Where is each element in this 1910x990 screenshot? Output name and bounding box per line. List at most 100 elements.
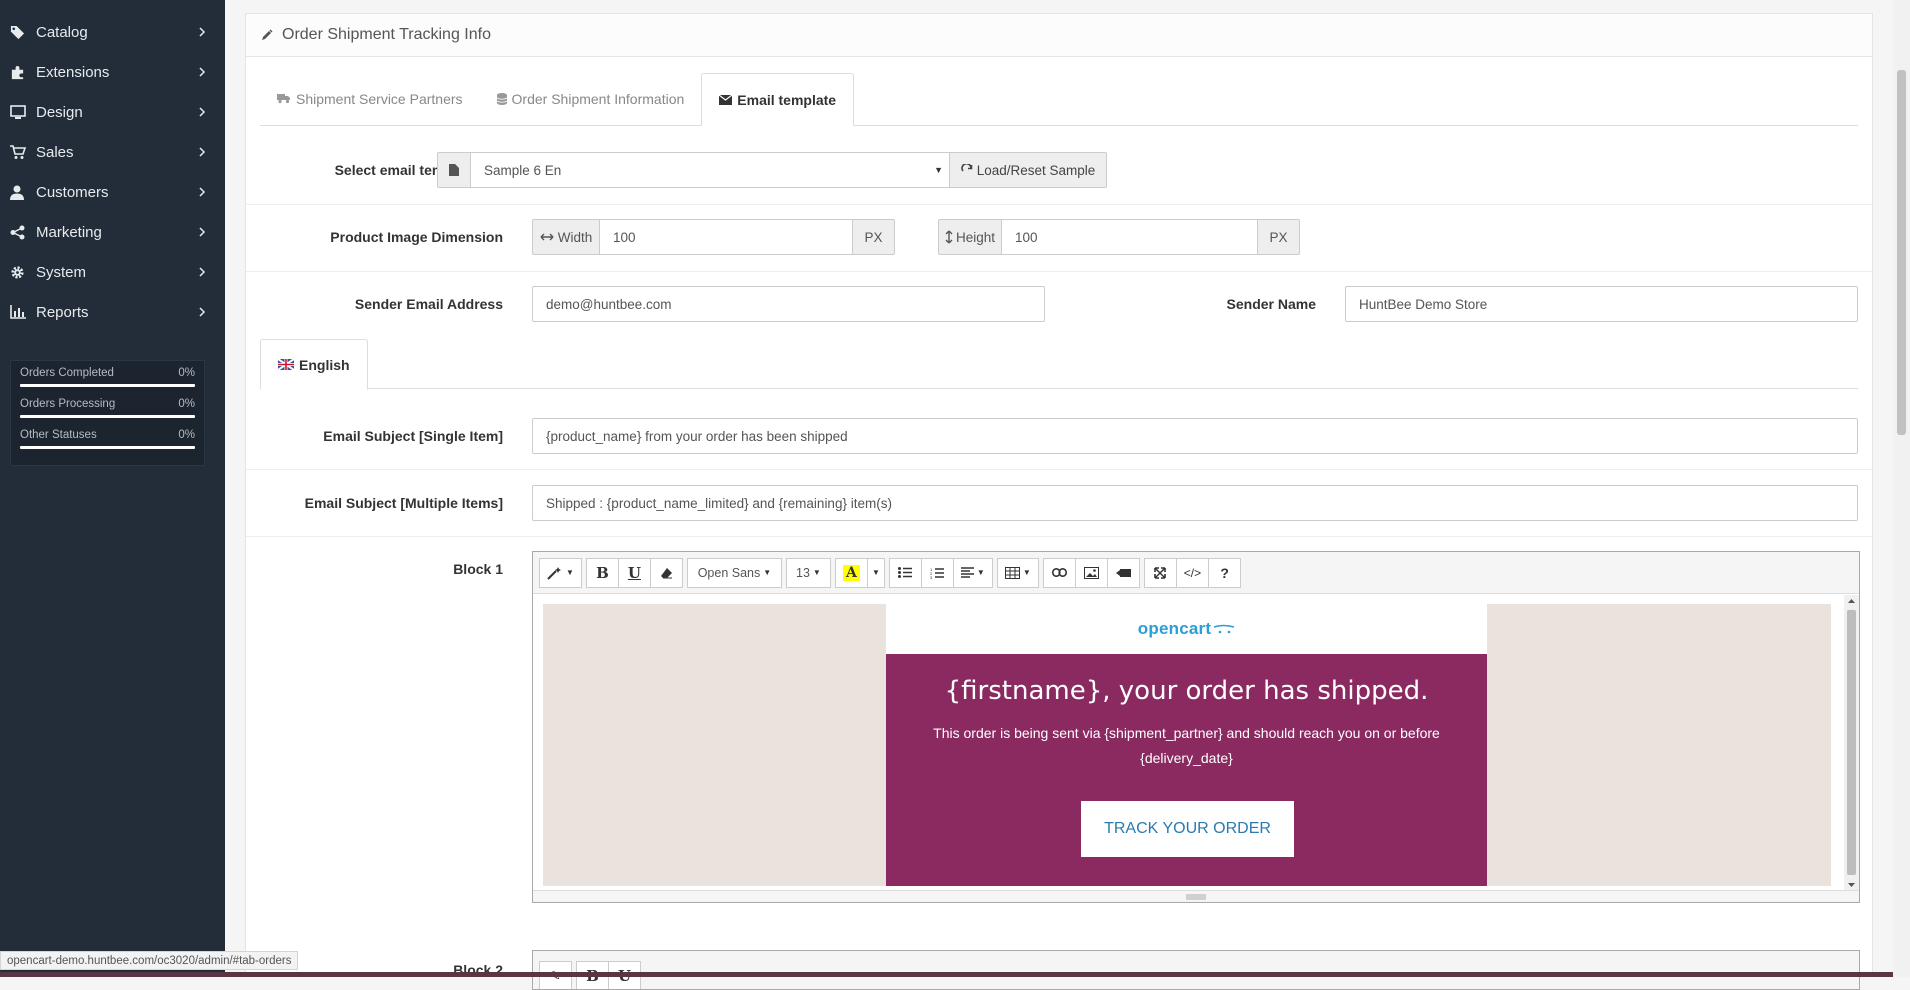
font-size: 13 [796, 566, 810, 580]
px-unit: PX [1269, 230, 1287, 245]
table-button[interactable]: ▼ [997, 558, 1039, 588]
tab-label: English [299, 357, 350, 373]
color-dropdown-button[interactable]: ▼ [867, 558, 885, 588]
sidebar-item-catalog[interactable]: Catalog [0, 12, 225, 52]
sidebar-item-reports[interactable]: Reports [0, 292, 225, 332]
stat-value: 0% [178, 367, 195, 379]
paragraph-align-button[interactable]: ▼ [953, 558, 993, 588]
unordered-list-button[interactable] [889, 558, 922, 588]
editor-resize-handle[interactable] [533, 890, 1859, 902]
height-input[interactable]: 100 [1001, 219, 1258, 255]
sidebar-item-sales[interactable]: Sales [0, 132, 225, 172]
gear-icon [10, 264, 34, 280]
pencil-icon [261, 29, 273, 41]
chevron-right-icon [197, 307, 207, 317]
page-scrollbar-thumb[interactable] [1897, 70, 1906, 435]
scrollbar-thumb[interactable] [1847, 610, 1856, 875]
bar-chart-icon [10, 304, 34, 320]
height-addon: Height [938, 219, 1002, 255]
sidebar-item-design[interactable]: Design [0, 92, 225, 132]
height-px-addon: PX [1257, 219, 1300, 255]
sidebar-item-extensions[interactable]: Extensions [0, 52, 225, 92]
page-scrollbar[interactable] [1893, 0, 1910, 977]
style-button[interactable]: ▼ [539, 558, 582, 588]
stat-label: Orders Completed [20, 367, 114, 379]
sidebar-item-label: System [36, 264, 197, 281]
text-color-button[interactable]: A [835, 558, 868, 588]
sidebar-item-system[interactable]: System [0, 252, 225, 292]
puzzle-icon [10, 64, 34, 80]
sidebar-item-label: Extensions [36, 64, 197, 81]
load-reset-sample-button[interactable]: Load/Reset Sample [949, 152, 1107, 188]
link-icon [1052, 568, 1067, 577]
email-hero: {firstname}, your order has shipped. Thi… [886, 654, 1487, 886]
magic-wand-icon [547, 566, 563, 580]
button-label: Load/Reset Sample [977, 163, 1096, 178]
chevron-right-icon [197, 147, 207, 157]
sidebar-item-customers[interactable]: Customers [0, 172, 225, 212]
uk-flag-icon [278, 359, 294, 370]
scroll-down-icon [1844, 880, 1859, 890]
tab-order-shipment-information[interactable]: Order Shipment Information [480, 72, 702, 125]
subject-multi-input[interactable]: Shipped : {product_name_limited} and {re… [532, 485, 1858, 521]
font-family-select[interactable]: Open Sans▼ [687, 558, 782, 588]
image-button[interactable] [1075, 558, 1108, 588]
font-name: Open Sans [698, 566, 761, 580]
eraser-icon [660, 567, 673, 579]
sidebar: Catalog Extensions Design Sales Customer… [0, 0, 225, 977]
chevron-right-icon [197, 227, 207, 237]
list-ul-icon [898, 567, 912, 578]
highlight-a-icon: A [843, 565, 860, 581]
sender-name-value: HuntBee Demo Store [1359, 297, 1487, 312]
bold-button[interactable]: B [586, 558, 619, 588]
bottom-strip [0, 972, 1893, 977]
sender-name-input[interactable]: HuntBee Demo Store [1345, 286, 1858, 322]
page-title: Order Shipment Tracking Info [282, 26, 491, 44]
tab-email-template[interactable]: Email template [701, 73, 854, 126]
tag-icon [10, 24, 34, 40]
video-icon [1116, 568, 1131, 578]
video-button[interactable] [1107, 558, 1140, 588]
sidebar-item-label: Marketing [36, 224, 197, 241]
tab-language-english[interactable]: English [260, 339, 368, 390]
sidebar-item-marketing[interactable]: Marketing [0, 212, 225, 252]
cart-icon [10, 144, 34, 160]
vertical-arrows-icon [945, 230, 953, 244]
main-panel: Order Shipment Tracking Info Shipment Se… [245, 13, 1873, 977]
sender-email-input[interactable]: demo@huntbee.com [532, 286, 1045, 322]
editor-scrollbar[interactable] [1844, 595, 1859, 891]
px-unit: PX [864, 230, 882, 245]
divider [246, 469, 1872, 470]
code-view-button[interactable]: </> [1176, 558, 1209, 588]
font-size-select[interactable]: 13▼ [786, 558, 831, 588]
ordered-list-button[interactable]: 123 [921, 558, 954, 588]
tab-shipment-service-partners[interactable]: Shipment Service Partners [260, 72, 480, 125]
question-icon: ? [1220, 565, 1229, 581]
width-input[interactable]: 100 [599, 219, 853, 255]
stat-value: 0% [178, 398, 195, 410]
fullscreen-button[interactable] [1144, 558, 1177, 588]
underline-button[interactable]: U [618, 558, 651, 588]
link-button[interactable] [1043, 558, 1076, 588]
chevron-right-icon [197, 107, 207, 117]
file-icon [449, 164, 459, 176]
block-1-editor: ▼ B U Open Sans▼ 13▼ A ▼ 123 ▼ [532, 551, 1860, 903]
divider [246, 536, 1872, 537]
sender-name-label: Sender Name [1146, 296, 1316, 312]
subject-single-input[interactable]: {product_name} from your order has been … [532, 418, 1858, 454]
email-template-select[interactable]: Sample 6 En ▼ [470, 152, 950, 188]
width-label: Width [558, 230, 593, 245]
chevron-right-icon [197, 267, 207, 277]
block-1-label: Block 1 [246, 561, 503, 577]
envelope-icon [719, 95, 732, 105]
clear-format-button[interactable] [650, 558, 683, 588]
height-value: 100 [1015, 230, 1038, 245]
track-order-button[interactable]: TRACK YOUR ORDER [1081, 801, 1294, 857]
stat-label: Orders Processing [20, 398, 115, 410]
help-button[interactable]: ? [1208, 558, 1241, 588]
editor-content[interactable]: opencart {firstname}, your order has shi… [543, 604, 1831, 886]
truck-icon [277, 93, 291, 104]
user-icon [10, 184, 34, 200]
opencart-logo: opencart [1138, 619, 1211, 639]
refresh-icon [961, 164, 973, 176]
